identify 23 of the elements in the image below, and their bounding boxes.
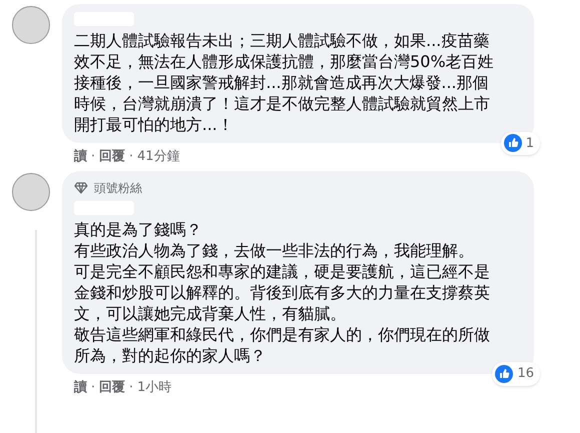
comment-text: 二期人體試驗報告未出；三期人體試驗不做，如果...疫苗藥效不足，無法在人體形成保護抗體，那麼當台灣50%老百姓接種後，一旦國家警戒解封...那就會造成再次大爆發...那個時候，台灣就崩潰了！這才是不做完整人體試驗就貿然上市開打最可怕的地方...！ — [74, 30, 494, 135]
comment-text: 真的是為了錢嗎？ — [74, 218, 203, 240]
avatar[interactable] — [12, 6, 50, 44]
reaction-badge[interactable]: 16 — [492, 362, 540, 386]
action-link[interactable]: 讀 — [74, 147, 87, 166]
action-link[interactable]: 讀 — [74, 378, 87, 397]
like-icon — [495, 364, 514, 383]
fan-label: 頭號粉絲 — [94, 180, 142, 196]
timestamp: 1小時 — [137, 378, 172, 396]
separator-dot: · — [91, 148, 96, 166]
separator-dot: · — [91, 378, 96, 396]
reaction-badge[interactable]: 1 — [500, 132, 540, 155]
separator-dot: · — [129, 148, 134, 166]
diamond-icon — [74, 182, 88, 194]
comment-text: 可是完全不顧民怨和專家的建議，硬是要護航，這已經不是金錢和炒股可以解釋的。背後到底有多大的力量在支撐蔡英文，可以讓她完成背棄人性，有貓膩。 — [74, 260, 491, 324]
comment-text: 有些政治人物為了錢，去做一些非法的行為，我能理解。 — [74, 240, 475, 260]
action-link[interactable]: 回覆 — [99, 147, 126, 166]
like-icon — [504, 134, 522, 152]
timestamp: 41分鐘 — [137, 148, 180, 166]
action-link[interactable]: 回覆 — [99, 378, 126, 397]
avatar[interactable] — [12, 172, 50, 210]
separator-dot: · — [129, 378, 134, 396]
comment-text: 敬告這些網軍和綠民代，你們是有家人的，你們現在的所做所為，對的起你的家人嗎？ — [74, 324, 491, 366]
